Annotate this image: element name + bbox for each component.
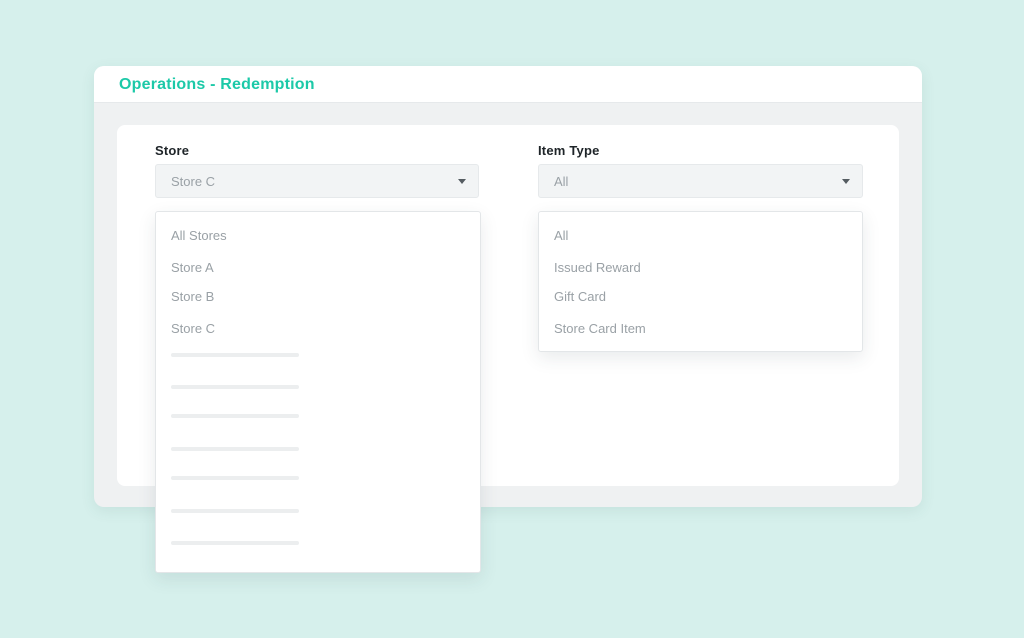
page-title: Operations - Redemption (119, 76, 315, 93)
item-type-select[interactable]: All (538, 164, 863, 198)
placeholder-line (171, 353, 299, 357)
item-type-option-gift-card[interactable]: Gift Card (554, 289, 606, 304)
store-option-all-stores[interactable]: All Stores (171, 228, 227, 243)
item-type-option-all[interactable]: All (554, 228, 568, 243)
placeholder-line (171, 414, 299, 418)
placeholder-line (171, 509, 299, 513)
caret-down-icon (842, 179, 850, 184)
placeholder-line (171, 385, 299, 389)
store-select-value: Store C (171, 174, 216, 189)
store-option-store-b[interactable]: Store B (171, 289, 214, 304)
store-option-store-c[interactable]: Store C (171, 321, 215, 336)
item-type-option-issued-reward[interactable]: Issued Reward (554, 260, 641, 275)
placeholder-line (171, 447, 299, 451)
store-dropdown: All Stores Store A Store B Store C (155, 211, 481, 573)
item-type-label: Item Type (538, 143, 600, 158)
store-option-store-a[interactable]: Store A (171, 260, 214, 275)
store-label: Store (155, 143, 190, 158)
item-type-option-store-card-item[interactable]: Store Card Item (554, 321, 646, 336)
window-header: Operations - Redemption (94, 66, 922, 103)
caret-down-icon (458, 179, 466, 184)
item-type-select-value: All (554, 174, 569, 189)
placeholder-line (171, 541, 299, 545)
placeholder-line (171, 476, 299, 480)
store-select[interactable]: Store C (155, 164, 479, 198)
item-type-dropdown: All Issued Reward Gift Card Store Card I… (538, 211, 863, 352)
